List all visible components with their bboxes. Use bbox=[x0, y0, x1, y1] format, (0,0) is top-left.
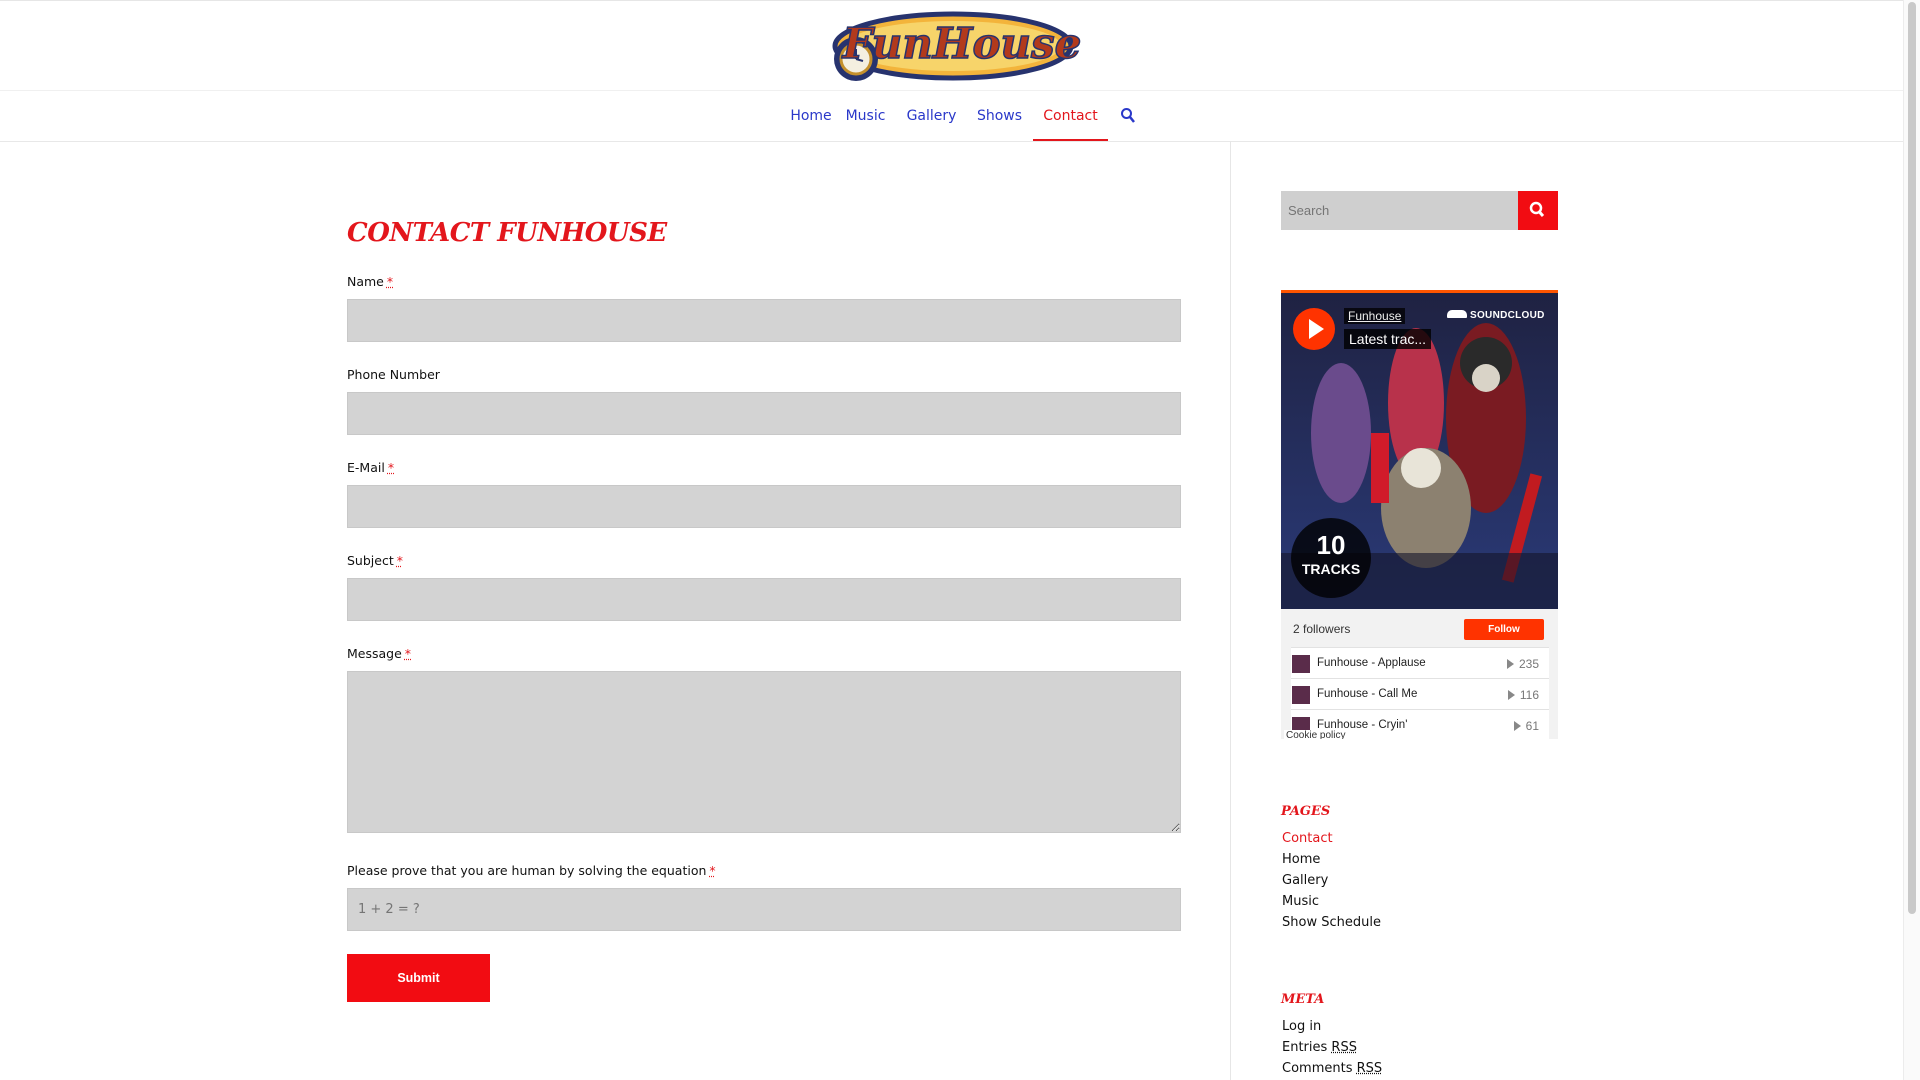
track-count-badge: 10 TRACKS bbox=[1291, 518, 1371, 598]
content-sidebar-divider bbox=[1230, 141, 1231, 1080]
track-plays: 235 bbox=[1506, 657, 1539, 671]
track-title: Funhouse - Applause bbox=[1317, 657, 1426, 669]
meta-login-link[interactable]: Log in bbox=[1282, 1019, 1321, 1034]
phone-label: Phone Number bbox=[347, 367, 440, 382]
follow-button[interactable]: Follow bbox=[1464, 619, 1544, 640]
play-count-icon bbox=[1506, 659, 1514, 669]
cookie-policy-link[interactable]: Cookie policy bbox=[1284, 730, 1348, 739]
captcha-label: Please prove that you are human by solvi… bbox=[347, 863, 716, 878]
phone-field[interactable] bbox=[347, 392, 1181, 435]
followers-count: 2 followers bbox=[1293, 622, 1351, 636]
required-marker: * bbox=[396, 553, 403, 568]
pages-heading: PAGES bbox=[1281, 804, 1331, 819]
svg-text:FunHouse: FunHouse bbox=[842, 19, 1082, 68]
email-field[interactable] bbox=[347, 485, 1181, 528]
main-nav: Home Music Gallery Shows Contact bbox=[0, 91, 1904, 141]
soundcloud-track-title[interactable]: Latest trac... bbox=[1344, 329, 1432, 349]
message-label: Message * bbox=[347, 646, 412, 661]
track-row[interactable]: Funhouse - Applause 235 bbox=[1291, 647, 1549, 679]
site-header: FunHouse Home Music Gallery Shows Contac… bbox=[0, 0, 1904, 142]
sidebar-search bbox=[1281, 191, 1558, 230]
required-marker: * bbox=[386, 274, 394, 289]
nav-music[interactable]: Music bbox=[839, 91, 892, 141]
page-title: CONTACT FUNHOUSE bbox=[347, 218, 667, 248]
page-link-contact[interactable]: Contact bbox=[1282, 831, 1333, 846]
meta-entries-rss-link[interactable]: Entries RSS bbox=[1282, 1040, 1357, 1055]
page-link-gallery[interactable]: Gallery bbox=[1282, 873, 1328, 888]
soundcloud-artist-link[interactable]: Funhouse bbox=[1344, 308, 1406, 324]
required-marker: * bbox=[709, 863, 716, 878]
track-thumbnail bbox=[1292, 686, 1310, 704]
play-count-icon bbox=[1513, 721, 1521, 731]
track-title: Funhouse - Call Me bbox=[1317, 688, 1418, 700]
play-count-icon bbox=[1507, 690, 1515, 700]
page-link-music[interactable]: Music bbox=[1282, 894, 1319, 909]
nav-home[interactable]: Home bbox=[783, 91, 839, 141]
soundcloud-artwork: Funhouse Latest trac... SOUNDCLOUD 10 TR… bbox=[1281, 293, 1558, 609]
soundcloud-footer: 2 followers Follow Funhouse - Applause 2… bbox=[1281, 609, 1558, 739]
page-link-show-schedule[interactable]: Show Schedule bbox=[1282, 915, 1381, 930]
required-marker: * bbox=[387, 460, 395, 475]
funhouse-logo[interactable]: FunHouse bbox=[822, 1, 1084, 91]
nav-gallery[interactable]: Gallery bbox=[903, 91, 960, 141]
required-marker: * bbox=[404, 646, 412, 661]
track-thumbnail bbox=[1292, 655, 1310, 673]
track-plays: 116 bbox=[1507, 688, 1539, 702]
page-link-home[interactable]: Home bbox=[1282, 852, 1320, 867]
play-icon[interactable] bbox=[1293, 308, 1335, 350]
subject-label: Subject * bbox=[347, 553, 403, 568]
name-label: Name * bbox=[347, 274, 394, 289]
page-scrollbar[interactable] bbox=[1903, 0, 1920, 1080]
name-field[interactable] bbox=[347, 299, 1181, 342]
cloud-icon bbox=[1447, 310, 1467, 318]
soundcloud-widget: Funhouse Latest trac... SOUNDCLOUD 10 TR… bbox=[1281, 290, 1558, 739]
subject-field[interactable] bbox=[347, 578, 1181, 621]
nav-shows[interactable]: Shows bbox=[972, 91, 1027, 141]
scrollbar-thumb[interactable] bbox=[1908, 2, 1916, 914]
captcha-field[interactable] bbox=[347, 888, 1181, 931]
search-icon bbox=[1529, 201, 1545, 217]
sidebar-search-input[interactable] bbox=[1281, 191, 1518, 230]
email-label: E-Mail * bbox=[347, 460, 395, 475]
meta-heading: META bbox=[1281, 992, 1325, 1007]
sidebar-search-button[interactable] bbox=[1518, 191, 1558, 230]
track-plays: 61 bbox=[1513, 719, 1539, 733]
submit-button[interactable]: Submit bbox=[347, 954, 490, 1002]
soundcloud-logo[interactable]: SOUNDCLOUD bbox=[1447, 310, 1545, 321]
meta-comments-rss-link[interactable]: Comments RSS bbox=[1282, 1061, 1382, 1076]
track-row[interactable]: Funhouse - Call Me 116 bbox=[1291, 678, 1549, 710]
nav-contact[interactable]: Contact bbox=[1033, 91, 1108, 141]
message-field[interactable] bbox=[347, 671, 1181, 833]
search-icon[interactable] bbox=[1120, 107, 1136, 125]
